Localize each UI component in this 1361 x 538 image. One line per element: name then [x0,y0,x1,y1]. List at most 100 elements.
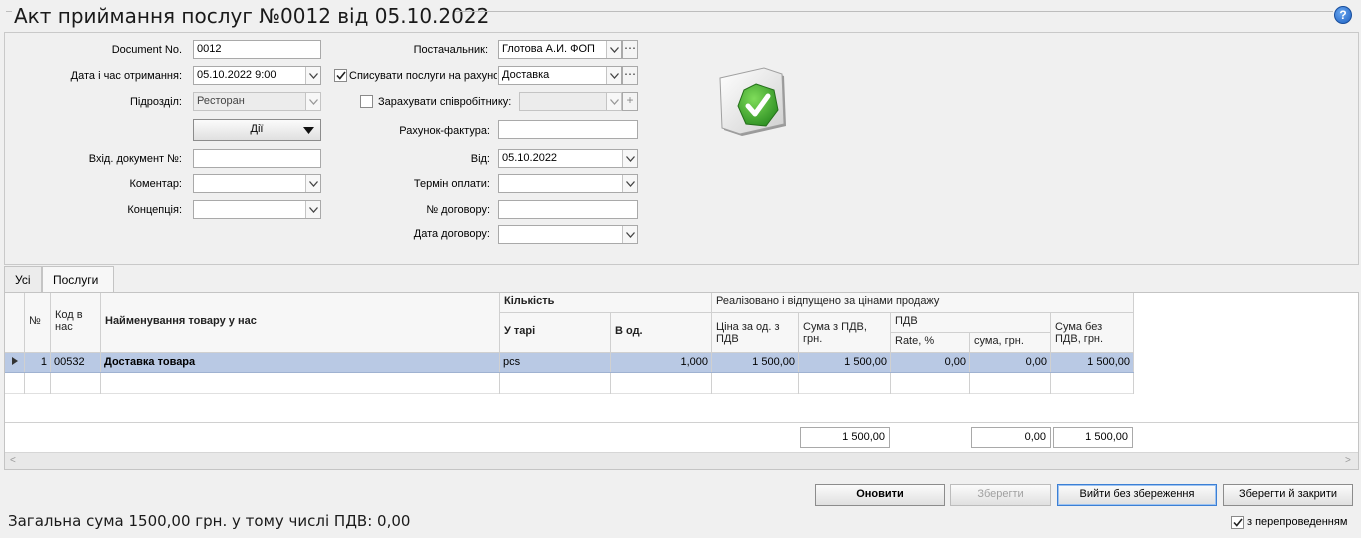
contract-date-label: Дата договору: [413,228,490,240]
title-rule-right [455,11,1333,12]
col-sum-vat-header[interactable]: Сума з ПДВ, грн. [799,313,891,353]
document-no-label: Document No. [111,44,182,56]
row-indicator-header [5,293,25,353]
chevron-down-icon[interactable] [622,150,637,167]
tab-services[interactable]: Послуги [42,266,114,293]
chevron-right-icon[interactable]: > [1345,455,1351,466]
chevron-down-icon[interactable] [305,175,320,192]
save-button: Зберегти [950,484,1051,506]
document-approved-icon [716,66,792,140]
chevron-down-icon[interactable] [622,175,637,192]
chevron-down-icon[interactable] [305,201,320,218]
department-select: Ресторан [193,92,321,111]
writeoff-checkbox[interactable] [334,69,347,82]
quantity-group-header: Кількість [500,293,712,313]
invoice-label: Рахунок-фактура: [399,125,490,137]
exit-without-save-button[interactable]: Вийти без збереження [1057,484,1217,506]
contract-no-input[interactable] [498,200,638,219]
col-no-header[interactable]: № [25,293,51,353]
col-in-units-header[interactable]: В од. [611,313,712,353]
invoice-input[interactable] [498,120,638,139]
chevron-down-icon[interactable] [305,67,320,84]
credit-employee-checkbox[interactable] [360,95,373,108]
chevron-down-icon[interactable] [606,67,621,84]
plus-icon: + [626,93,634,107]
table-row[interactable]: 1 00532 Доставка товара pcs 1,000 1 500,… [5,353,1134,373]
chevron-down-icon [606,93,621,110]
total-summary: Загальна сума 1500,00 грн. у тому числі … [8,512,411,530]
contract-date-input[interactable] [498,225,638,244]
services-table: № Код в нас Найменування товару у нас Кі… [4,292,1359,470]
department-label: Підрозділ: [129,96,182,108]
incoming-doc-input[interactable] [193,149,321,168]
contract-no-label: № договору: [426,204,490,216]
col-name-header[interactable]: Найменування товару у нас [101,293,500,353]
chevron-down-icon[interactable] [606,41,621,58]
credit-employee-label: Зарахувати співробітнику: [378,96,512,108]
repost-label: з перепроведенням [1247,516,1348,528]
window-title: Акт приймання послуг №0012 від 05.10.202… [14,4,490,28]
col-sum-no-vat-header[interactable]: Сума без ПДВ, грн. [1051,313,1134,353]
add-employee-button: + [622,92,638,111]
from-date-input[interactable]: 05.10.2022 [498,149,638,168]
tab-bar: Усі Послуги [4,266,204,293]
col-price-vat-header[interactable]: Ціна за од. з ПДВ [712,313,799,353]
received-at-label: Дата і час отримання: [70,70,182,82]
comment-select[interactable] [193,174,321,193]
writeoff-label: Списувати послуги на рахунок: [349,70,497,82]
table-new-row[interactable] [5,373,1134,394]
totals-divider [5,422,1358,423]
writeoff-more-button[interactable]: ⋯ [622,66,638,85]
document-no-input[interactable]: 0012 [193,40,321,59]
refresh-button[interactable]: Оновити [815,484,945,506]
writeoff-account-value: Доставка [502,69,550,81]
cell-rate: 0,00 [891,353,970,372]
concept-label: Концепція: [127,204,182,216]
credit-employee-select [519,92,622,111]
checkmark-icon [1232,518,1243,527]
col-in-pack-header[interactable]: У тарі [500,313,611,353]
col-rate-header[interactable]: Rate, % [891,333,970,353]
total-sum-vat: 1 500,00 [800,427,890,448]
total-sum-no-vat: 1 500,00 [1053,427,1133,448]
save-and-close-button[interactable]: Зберегти й закрити [1223,484,1353,506]
cell-no: 1 [25,353,51,372]
title-rule-left [6,11,12,12]
cell-vat-sum: 0,00 [970,353,1051,372]
writeoff-account-select[interactable]: Доставка [498,66,622,85]
ellipsis-icon: ⋯ [624,41,636,55]
repost-checkbox[interactable] [1231,516,1244,529]
col-code-header[interactable]: Код в нас [51,293,101,353]
horizontal-scrollbar[interactable]: < > [5,452,1358,469]
concept-select[interactable] [193,200,321,219]
payment-term-label: Термін оплати: [413,178,490,190]
actions-button[interactable]: Дії [193,119,321,141]
received-at-value: 05.10.2022 9:00 [197,69,277,81]
col-vat-sum-header[interactable]: сума, грн. [970,333,1051,353]
total-vat-sum: 0,00 [971,427,1051,448]
cell-name: Доставка товара [101,353,500,372]
checkmark-icon [335,71,346,80]
supplier-select[interactable]: Глотова А.И. ФОП [498,40,622,59]
row-pointer-icon [5,353,25,372]
supplier-value: Глотова А.И. ФОП [502,43,595,55]
cell-in-units: 1,000 [611,353,712,372]
vat-group-header: ПДВ [891,313,1051,333]
supplier-more-button[interactable]: ⋯ [622,40,638,59]
payment-term-input[interactable] [498,174,638,193]
ellipsis-icon: ⋯ [624,67,636,81]
cell-code: 00532 [51,353,101,372]
cell-sum-no-vat: 1 500,00 [1051,353,1134,372]
chevron-down-icon[interactable] [622,226,637,243]
cell-price-vat: 1 500,00 [712,353,799,372]
help-icon[interactable]: ? [1334,6,1352,24]
chevron-down-icon [305,93,320,110]
from-date-label: Від: [470,153,490,165]
cell-in-pack: pcs [500,353,611,372]
supplier-label: Постачальник: [413,44,488,56]
chevron-left-icon[interactable]: < [10,455,16,466]
tab-all[interactable]: Усі [4,266,42,293]
actions-button-label: Дії [250,123,264,135]
received-at-input[interactable]: 05.10.2022 9:00 [193,66,321,85]
triangle-down-icon [303,127,314,134]
